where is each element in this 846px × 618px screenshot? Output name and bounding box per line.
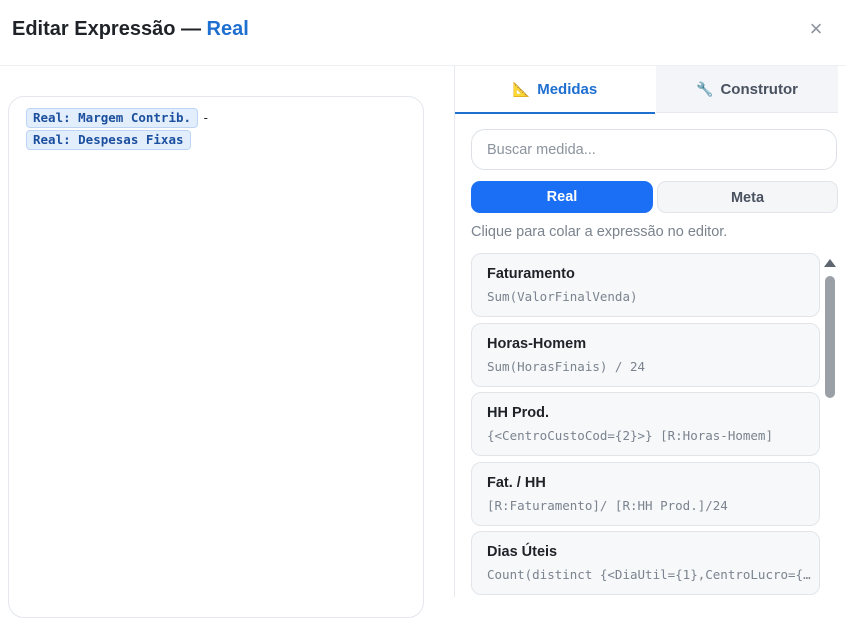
measure-name: Faturamento <box>487 266 575 282</box>
scrollbar-thumb[interactable] <box>825 276 835 398</box>
dialog-title: Editar Expressão — Real <box>12 18 249 41</box>
measure-expression: [R:Faturamento]/ [R:HH Prod.]/24 <box>487 498 728 513</box>
measure-expression: {<CentroCustoCod={2}>} [R:Horas-Homem] <box>487 428 773 443</box>
measure-card[interactable]: Horas-Homem Sum(HorasFinais) / 24 <box>471 323 820 387</box>
expression-content[interactable]: Real: Margem Contrib. - Real: Despesas Fi… <box>26 107 416 151</box>
dialog-title-accent: Real <box>206 18 249 40</box>
tab-construtor[interactable]: 🔧 Construtor <box>656 66 838 113</box>
close-icon[interactable]: × <box>805 17 827 41</box>
expression-token[interactable]: Real: Despesas Fixas <box>26 130 191 150</box>
segment-meta-button[interactable]: Meta <box>657 181 838 213</box>
ruler-icon: 📐 <box>512 81 531 97</box>
measure-name: Dias Úteis <box>487 544 558 560</box>
measure-list: Faturamento Sum(ValorFinalVenda) Horas-H… <box>471 253 821 597</box>
wrench-icon: 🔧 <box>696 81 714 97</box>
measure-card[interactable]: HH Prod. {<CentroCustoCod={2}>} [R:Horas… <box>471 392 820 456</box>
dialog-title-text: Editar Expressão — <box>12 18 201 40</box>
search-input[interactable] <box>471 129 837 170</box>
tab-bar: 📐 Medidas 🔧 Construtor <box>455 66 838 114</box>
scroll-up-arrow-icon[interactable] <box>824 259 836 267</box>
measure-name: Horas-Homem <box>487 336 587 352</box>
measure-card[interactable]: Fat. / HH [R:Faturamento]/ [R:HH Prod.]/… <box>471 462 820 526</box>
tab-medidas-label: Medidas <box>537 81 598 98</box>
hint-text: Clique para colar a expressão no editor. <box>471 224 728 240</box>
measure-expression: Sum(HorasFinais) / 24 <box>487 359 646 374</box>
expression-editor[interactable]: Real: Margem Contrib. - Real: Despesas Fi… <box>8 96 424 618</box>
expression-token[interactable]: Real: Margem Contrib. <box>26 108 199 128</box>
measure-expression: Sum(ValorFinalVenda) <box>487 289 638 304</box>
side-panel: 📐 Medidas 🔧 Construtor Real Meta Clique pa… <box>454 66 838 597</box>
segment-real-button[interactable]: Real <box>471 181 653 213</box>
tab-medidas[interactable]: 📐 Medidas <box>455 66 655 114</box>
measure-card[interactable]: Dias Úteis Count(distinct {<DiaUtil={1},… <box>471 531 820 595</box>
operator-minus: - <box>202 110 210 125</box>
measure-name: HH Prod. <box>487 405 550 421</box>
measure-card[interactable]: Faturamento Sum(ValorFinalVenda) <box>471 253 820 317</box>
measure-name: Fat. / HH <box>487 475 546 491</box>
measure-expression: Count(distinct {<DiaUtil={1},CentroLucro… <box>487 567 812 582</box>
dialog-header: Editar Expressão — Real × <box>0 0 846 66</box>
tab-construtor-label: Construtor <box>720 81 798 98</box>
